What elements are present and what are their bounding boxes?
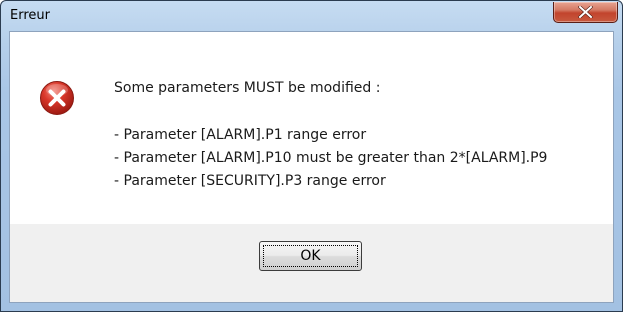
error-icon: [40, 81, 74, 115]
error-dialog-window: Erreur Some parameters MUST be modified …: [0, 0, 623, 312]
window-title: Erreur: [10, 8, 50, 23]
ok-button[interactable]: OK: [259, 241, 362, 271]
error-item: - Parameter [ALARM].P10 must be greater …: [114, 150, 548, 166]
message-text: Some parameters MUST be modified :: [114, 80, 381, 96]
ok-button-label: OK: [300, 248, 321, 264]
dialog-client-area: Some parameters MUST be modified : - Par…: [9, 31, 614, 303]
error-item: - Parameter [ALARM].P1 range error: [114, 127, 367, 143]
title-bar[interactable]: Erreur: [1, 1, 622, 31]
close-icon: [578, 6, 593, 18]
error-item: - Parameter [SECURITY].P3 range error: [114, 173, 386, 189]
message-area: Some parameters MUST be modified : - Par…: [10, 32, 613, 224]
close-button[interactable]: [553, 2, 618, 23]
